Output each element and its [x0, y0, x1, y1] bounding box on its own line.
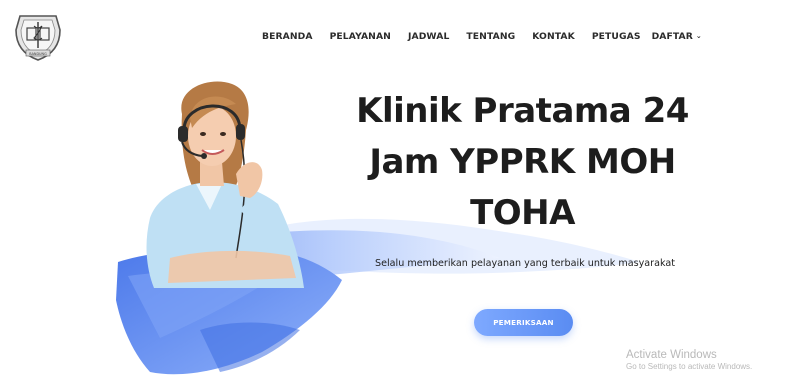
nav-item-kontak[interactable]: KONTAK [532, 31, 575, 42]
nav-item-tentang[interactable]: TENTANG [466, 31, 515, 42]
hero-tagline: Selalu memberikan pelayanan yang terbaik… [375, 258, 675, 269]
main-nav: BERANDA PELAYANAN JADWAL TENTANG KONTAK … [262, 29, 702, 43]
nav-item-jadwal[interactable]: JADWAL [408, 31, 449, 42]
chevron-down-icon: ⌄ [695, 31, 702, 40]
hero-title-line-3: TOHA [470, 193, 575, 233]
pemeriksaan-button[interactable]: PEMERIKSAAN [474, 309, 573, 336]
nav-item-beranda[interactable]: BERANDA [262, 31, 313, 42]
clinic-logo[interactable]: BANDUNG [10, 8, 66, 64]
activate-windows-watermark: Activate Windows Go to Settings to activ… [626, 348, 752, 372]
hero-title-line-2: Jam YPPRK MOH [369, 142, 676, 182]
nav-item-pelayanan[interactable]: PELAYANAN [330, 31, 391, 42]
watermark-title: Activate Windows [626, 349, 717, 361]
customer-service-woman-image [146, 81, 304, 288]
nav-item-petugas[interactable]: PETUGAS [592, 31, 641, 42]
hero-title: Klinik Pratama 24 Jam YPPRK MOH TOHA [330, 86, 715, 239]
nav-item-daftar-label: DAFTAR [651, 30, 693, 42]
watermark-subtitle: Go to Settings to activate Windows. [626, 362, 753, 371]
hero-title-line-1: Klinik Pratama 24 [356, 91, 689, 131]
nav-item-daftar[interactable]: DAFTAR ⌄ [652, 31, 702, 42]
logo-text: BANDUNG [29, 52, 47, 56]
